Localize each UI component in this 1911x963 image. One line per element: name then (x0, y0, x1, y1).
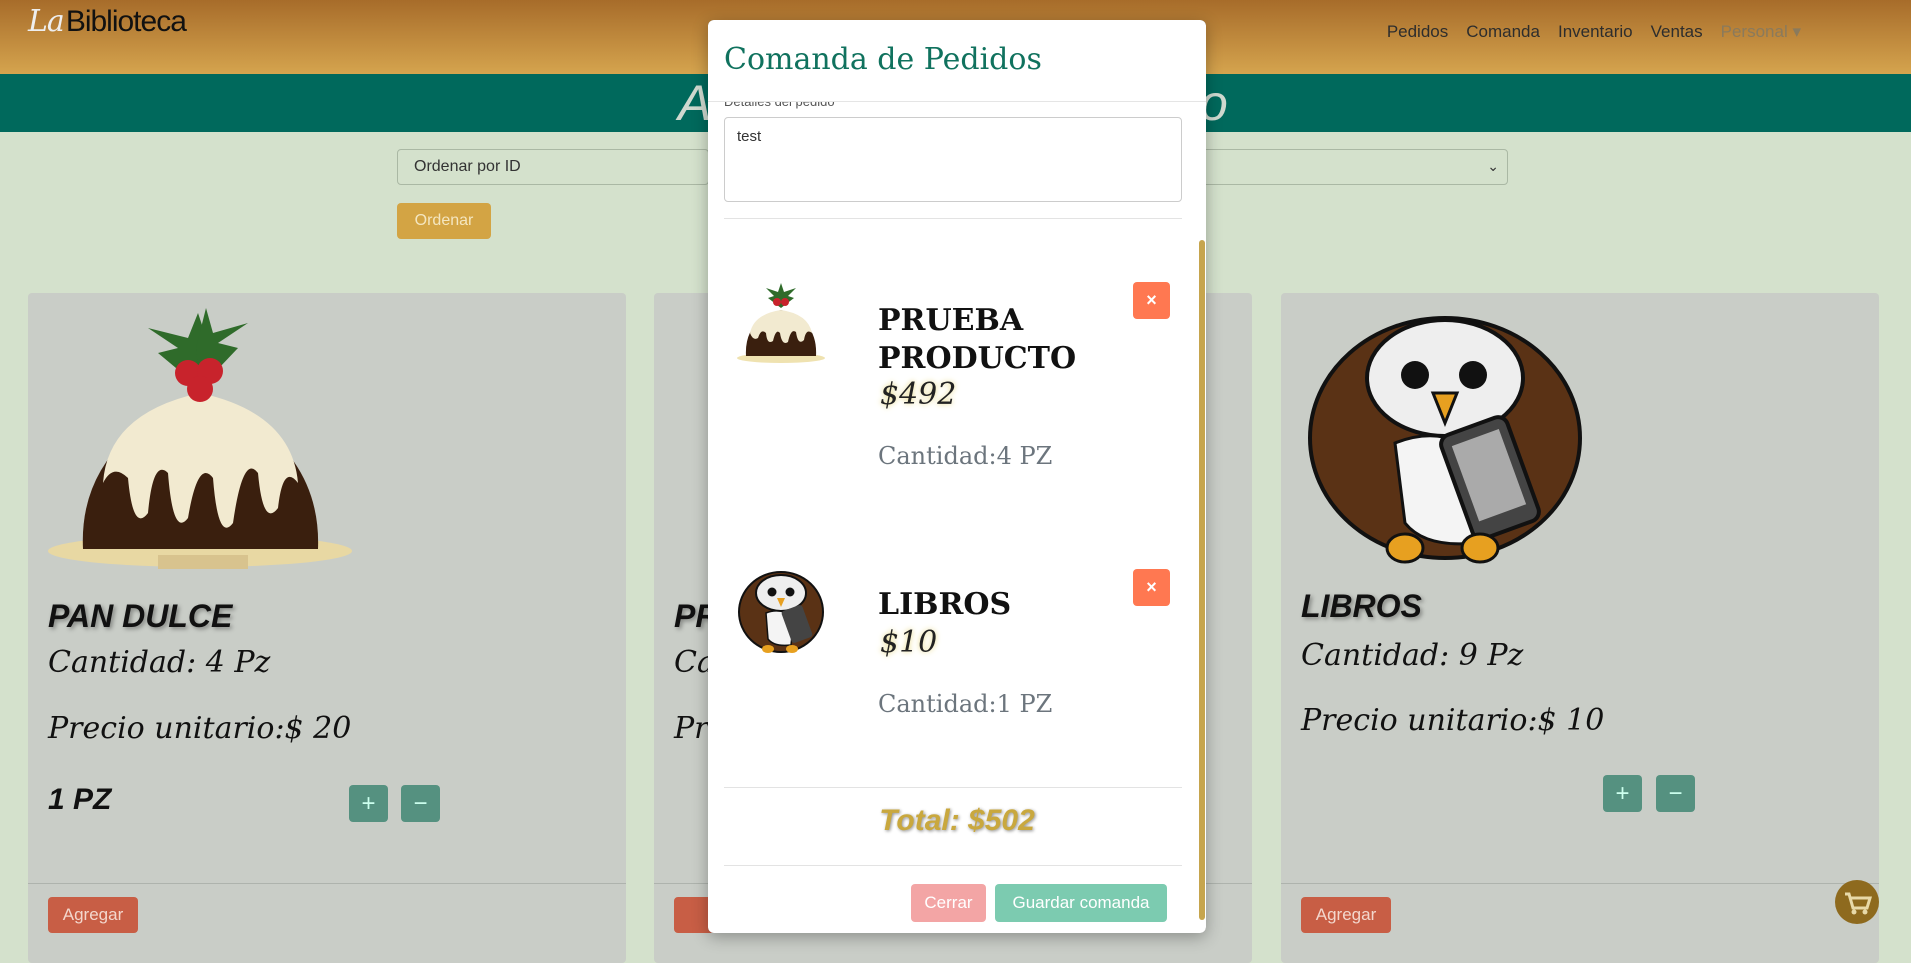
close-button[interactable]: Cerrar (911, 884, 986, 922)
item-name: PRUEBA PRODUCTO (878, 303, 1077, 376)
item-price: $10 (880, 625, 938, 660)
pudding-icon (737, 283, 825, 363)
owl-icon (738, 571, 824, 653)
item-quantity: Cantidad:1 PZ (878, 690, 1053, 718)
modal-title: Comanda de Pedidos (724, 42, 1042, 77)
order-modal: Comanda de Pedidos Detalles del pedido t… (708, 20, 1206, 933)
item-name: LIBROS (878, 587, 1012, 622)
item-quantity: Cantidad:4 PZ (878, 442, 1053, 470)
remove-item-button[interactable]: × (1133, 282, 1170, 319)
details-textarea[interactable]: test (724, 117, 1182, 202)
divider (724, 865, 1182, 866)
item-price: $492 (880, 377, 957, 412)
order-total: Total: $502 (879, 804, 1035, 837)
close-icon: × (1146, 577, 1157, 597)
close-icon: × (1146, 290, 1157, 310)
divider (724, 218, 1182, 219)
details-label: Detalles del pedido (724, 102, 835, 109)
save-order-button[interactable]: Guardar comanda (995, 884, 1167, 922)
remove-item-button[interactable]: × (1133, 569, 1170, 606)
divider (724, 787, 1182, 788)
modal-scrollbar[interactable] (1199, 240, 1205, 920)
